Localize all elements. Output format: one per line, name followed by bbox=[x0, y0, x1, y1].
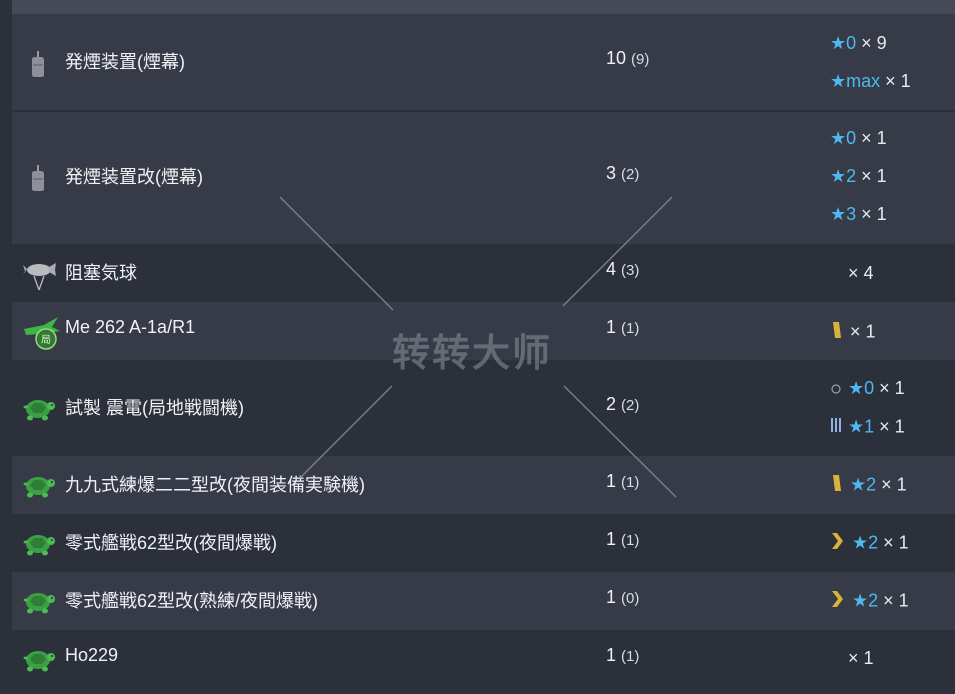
watermark-text: 转转大师 bbox=[392, 331, 553, 375]
